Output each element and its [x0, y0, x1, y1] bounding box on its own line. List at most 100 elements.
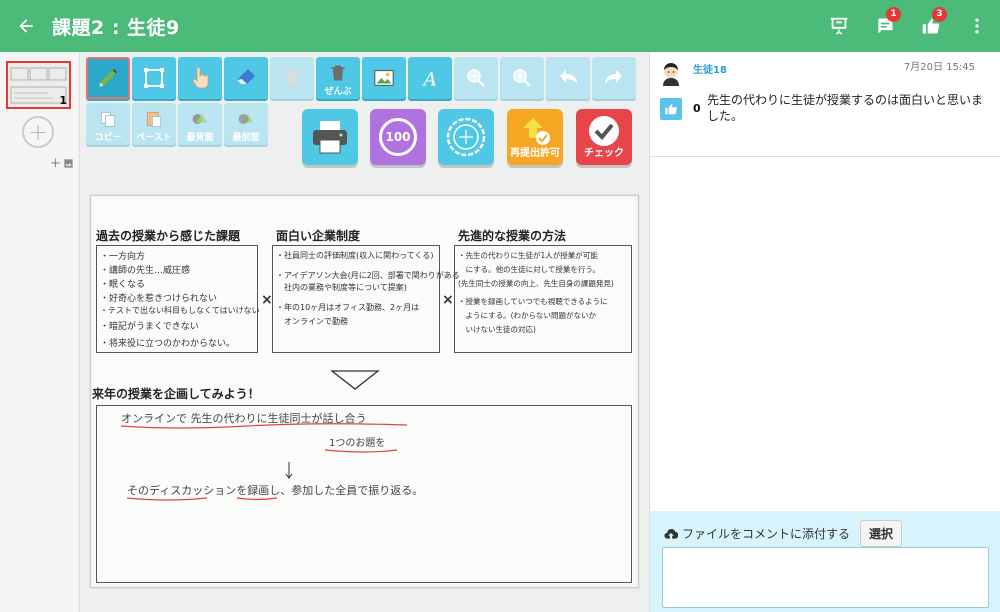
trash-all-icon [331, 65, 345, 81]
comments-button[interactable]: 1 [862, 0, 908, 52]
handwriting-line: ・暗記がうまくできない [100, 322, 199, 332]
delete-all-tool[interactable]: ぜんぶ [316, 57, 360, 99]
delete-all-label: ぜんぶ [324, 87, 352, 97]
select-file-button[interactable]: 選択 [860, 520, 903, 547]
stamp-flower-icon [446, 117, 486, 157]
paste-label: ペースト [136, 133, 172, 143]
page-title: 課題2 : 生徒9 [52, 16, 180, 39]
handwriting-line: にする。他の生徒に対して授業を行う。 [458, 265, 600, 274]
redo-tool[interactable] [592, 57, 636, 99]
comment-item: 生徒18 7月20日 15:45 0 先生の代わりに生徒が授業するのは面白いと思… [650, 52, 1000, 157]
zoom-out-tool[interactable] [454, 57, 498, 99]
attach-file-label: ファイルをコメントに添付する [682, 527, 851, 541]
insert-image-tool[interactable] [362, 57, 406, 99]
red-underline-marks [120, 423, 408, 501]
paste-icon [146, 111, 162, 127]
presentation-icon [830, 17, 848, 35]
handwriting-line: ・授業を録画していつでも視聴できるように [458, 297, 608, 306]
cross-mark: × [261, 292, 273, 308]
undo-icon [560, 70, 577, 84]
svg-text:A: A [422, 69, 437, 90]
text-italic-a-icon: A [422, 69, 437, 90]
paste-tool[interactable]: ペースト [132, 103, 176, 145]
handwriting-line: ・将来役に立つのかわからない。 [100, 339, 236, 349]
handwriting-line: ・好奇心を惹きつけられない [100, 294, 218, 304]
trash-icon [284, 69, 300, 87]
likes-button[interactable]: 3 [908, 0, 954, 52]
redo-icon [605, 70, 622, 84]
printer-icon [313, 121, 347, 154]
image-icon [64, 159, 73, 168]
pencil-icon [99, 68, 118, 87]
resubmit-button[interactable]: 再提出許可 [507, 109, 563, 165]
comment-text: 先生の代わりに生徒が授業するのは面白いと思いました。 [707, 93, 984, 123]
score-button[interactable]: 100 [370, 109, 426, 165]
comment-timestamp: 7月20日 15:45 [903, 62, 975, 73]
cloud-upload-icon [664, 528, 678, 539]
handwriting-line: ・先生の代わりに生徒が1人が授業が可能 [458, 251, 598, 260]
copy-icon [100, 111, 116, 127]
presentation-button[interactable] [816, 0, 862, 52]
add-page-button[interactable]: + [22, 116, 54, 148]
more-menu-button[interactable] [954, 0, 1000, 52]
delete-tool[interactable] [270, 57, 314, 99]
past-issues-box: ・一方向方 ・講師の先生…威圧感 ・眠くなる ・好奇心を惹きつけられない ・テス… [96, 245, 260, 353]
send-to-back-tool[interactable]: 最背面 [178, 103, 222, 145]
handwriting-line: 社内の業務や制度等について提案) [276, 283, 407, 292]
copy-label: コピー [94, 133, 122, 143]
image-icon [374, 70, 394, 86]
handwriting-line: ・テストで出ない科目もしなくてはいけない [100, 306, 260, 315]
heading-company-systems: 面白い企業制度 [276, 229, 361, 243]
zoom-out-icon [467, 69, 485, 87]
stamp-button[interactable] [438, 109, 494, 165]
comment-author[interactable]: 生徒18 [693, 61, 727, 76]
plus-icon: + [27, 118, 49, 146]
back-button[interactable] [0, 0, 52, 52]
page-thumbnail[interactable]: 1 [6, 61, 71, 109]
selection-rect-icon [144, 68, 164, 88]
bring-to-front-label: 最前面 [232, 133, 260, 143]
hand-tool[interactable] [178, 57, 222, 99]
plan-box: オンラインで 先生の代わりに生徒同士が話し合う 1つのお題を そのディスカッショ… [96, 405, 632, 583]
handwriting-line: ・社員同士の評価制度(収入に関わってくる) [276, 251, 434, 260]
resubmit-label: 再提出許可 [510, 148, 560, 159]
comment-panel: 生徒18 7月20日 15:45 0 先生の代わりに生徒が授業するのは面白いと思… [649, 52, 1000, 612]
advanced-methods-box: ・先生の代わりに生徒が1人が授業が可能 にする。他の生徒に対して授業を行う。 (… [454, 245, 632, 353]
submitted-worksheet[interactable]: 過去の授業から感じた課題 面白い企業制度 先進的な授業の方法 ・一方向方 ・講師… [90, 195, 639, 588]
comment-like-button[interactable] [660, 98, 682, 120]
handwriting-line: オンラインで勤務 [276, 317, 348, 326]
eraser-icon [237, 69, 255, 84]
arrow-left-icon [19, 19, 33, 33]
comment-compose: ファイルをコメントに添付する 選択 [650, 511, 1000, 612]
select-tool[interactable] [132, 57, 176, 99]
handwriting-line: ・アイデアソン大会(月に2回、部署で関わりがある [276, 271, 460, 280]
canvas-area: ぜんぶ A コピー ペースト 最背面 最前面 100 再提出許可 チェック 過去… [80, 52, 649, 612]
page-number: 1 [59, 94, 67, 107]
text-tool[interactable]: A [408, 57, 452, 99]
zoom-in-tool[interactable] [500, 57, 544, 99]
eraser-tool[interactable] [224, 57, 268, 99]
add-image-page-button[interactable]: + [50, 156, 74, 171]
thumbs-up-icon [665, 103, 677, 115]
checkmark-circle-icon [589, 116, 619, 146]
comments-badge: 1 [886, 7, 901, 22]
avatar [663, 63, 679, 86]
down-triangle-arrow [330, 370, 380, 390]
handwriting-line: ・講師の先生…威圧感 [100, 266, 191, 276]
pen-tool[interactable] [86, 57, 130, 99]
print-button[interactable] [302, 109, 358, 165]
heading-plan-next-year: 来年の授業を企画してみよう！ [92, 387, 260, 401]
bring-to-front-icon [238, 114, 253, 124]
check-button[interactable]: チェック [576, 109, 632, 165]
bring-to-front-tool[interactable]: 最前面 [224, 103, 268, 145]
handwriting-line: いけない生徒の対応) [458, 325, 536, 334]
app-bar: 課題2 : 生徒9 1 3 [0, 0, 1000, 52]
comment-input[interactable] [662, 547, 989, 608]
undo-tool[interactable] [546, 57, 590, 99]
copy-tool[interactable]: コピー [86, 103, 130, 145]
likes-badge: 3 [932, 7, 947, 22]
check-label: チェック [584, 148, 624, 159]
comment-like-count: 0 [693, 102, 701, 115]
heading-advanced-methods: 先進的な授業の方法 [458, 229, 567, 243]
heading-past-issues: 過去の授業から感じた課題 [96, 229, 241, 243]
